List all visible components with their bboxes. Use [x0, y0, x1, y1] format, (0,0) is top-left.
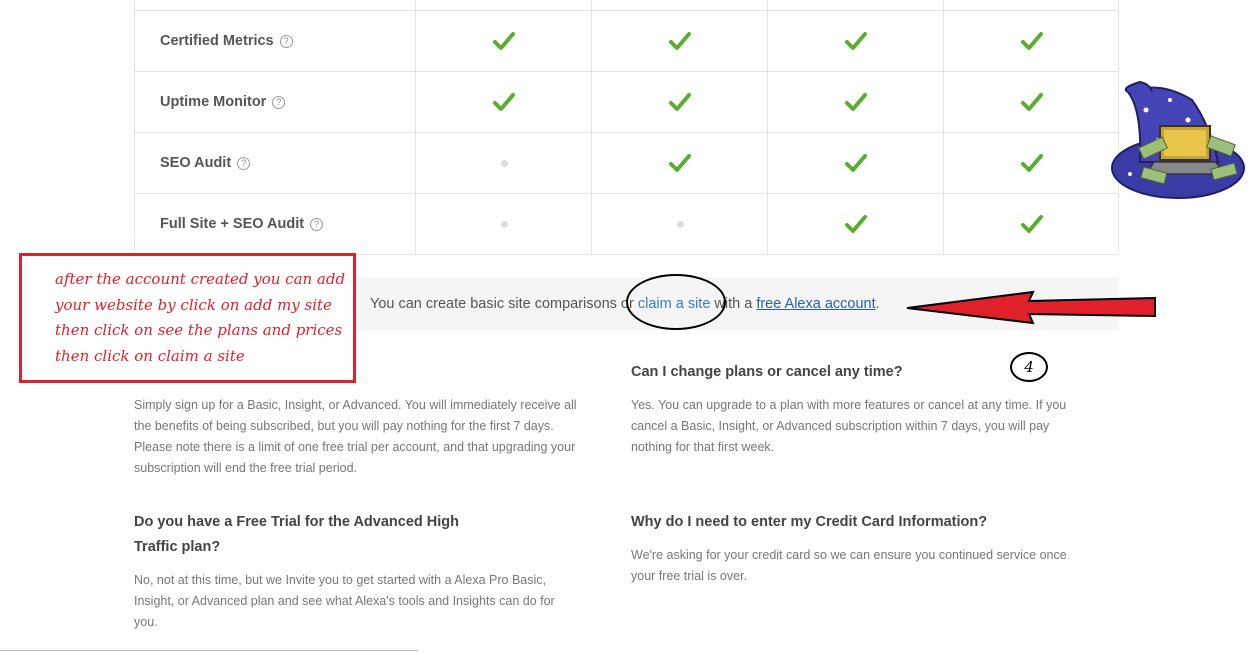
plan-cell: [768, 11, 944, 71]
plan-cell: [416, 194, 592, 254]
help-icon[interactable]: ?: [237, 156, 251, 170]
plan-cell: [592, 11, 768, 71]
help-icon[interactable]: ?: [279, 34, 293, 48]
feature-name: Full Site + SEO Audit?: [160, 194, 324, 254]
divider: [0, 650, 418, 651]
faq-item: Why do I need to enter my Credit Card In…: [631, 510, 1081, 587]
check-icon: [1021, 93, 1043, 111]
check-icon: [669, 32, 691, 50]
faq-question: Why do I need to enter my Credit Card In…: [631, 514, 988, 530]
annotation-circle-highlight: [626, 274, 726, 330]
feature-name: Uptime Monitor?: [160, 72, 286, 132]
annotation-step-number: 4: [1010, 352, 1048, 382]
plan-cell: [944, 194, 1120, 254]
plan-cell: [592, 194, 768, 254]
plan-cell: [944, 72, 1120, 132]
plan-cell: [944, 133, 1120, 193]
not-included-dot-icon: [500, 159, 508, 167]
table-row: SEO Audit?: [134, 133, 1119, 194]
faq-answer: Simply sign up for a Basic, Insight, or …: [134, 398, 577, 475]
plan-cell: [416, 11, 592, 71]
faq-question: Do you have a Free Trial for the Advance…: [134, 514, 459, 555]
not-included-dot-icon: [676, 220, 684, 228]
table-row: Certified Metrics?: [134, 11, 1119, 72]
check-icon: [669, 93, 691, 111]
plan-cell: [416, 133, 592, 193]
annotation-instruction-box: after the account created you can add yo…: [19, 253, 356, 383]
plan-cell: [944, 11, 1120, 71]
plan-cell: [768, 72, 944, 132]
feature-label: SEO Audit: [160, 155, 232, 171]
check-icon: [845, 154, 867, 172]
check-icon: [1021, 32, 1043, 50]
feature-name: Certified Metrics?: [160, 11, 293, 71]
info-prefix: You can create basic site comparisons or: [370, 295, 638, 312]
plan-cell: [768, 194, 944, 254]
info-bar-text: You can create basic site comparisons or…: [370, 277, 880, 330]
table-row-top: [134, 0, 1119, 11]
help-icon[interactable]: ?: [310, 217, 324, 231]
feature-label: Certified Metrics: [160, 33, 274, 49]
not-included-dot-icon: [500, 220, 508, 228]
table-row: Uptime Monitor?: [134, 72, 1119, 133]
feature-name: SEO Audit?: [160, 133, 251, 193]
plan-cell: [592, 133, 768, 193]
check-icon: [493, 32, 515, 50]
faq-answer: We're asking for your credit card so we …: [631, 548, 1067, 583]
plan-cell: [416, 72, 592, 132]
check-icon: [669, 154, 691, 172]
plan-comparison-table: Certified Metrics? Uptime Monitor? SEO Aud…: [134, 0, 1119, 255]
check-icon: [845, 32, 867, 50]
plan-cell: [592, 72, 768, 132]
plan-cell: [768, 133, 944, 193]
feature-label: Uptime Monitor: [160, 94, 267, 110]
faq-answer: Yes. You can upgrade to a plan with more…: [631, 398, 1067, 454]
check-icon: [845, 93, 867, 111]
table-row: Full Site + SEO Audit?: [134, 194, 1119, 255]
info-suffix: .: [875, 295, 880, 312]
check-icon: [493, 93, 515, 111]
check-icon: [1021, 215, 1043, 233]
annotation-arrow-icon: [906, 290, 1156, 325]
wizard-hat-laptop-icon: [1111, 80, 1245, 199]
help-icon[interactable]: ?: [272, 95, 286, 109]
faq-answer: No, not at this time, but we Invite you …: [134, 573, 555, 629]
annotation-instruction-text: after the account created you can add yo…: [55, 270, 346, 365]
check-icon: [845, 215, 867, 233]
feature-label: Full Site + SEO Audit: [160, 216, 305, 232]
check-icon: [1021, 154, 1043, 172]
faq-item: Do you have a Free Trial for the Advance…: [134, 510, 555, 633]
free-alexa-account-link[interactable]: free Alexa account: [756, 296, 875, 312]
